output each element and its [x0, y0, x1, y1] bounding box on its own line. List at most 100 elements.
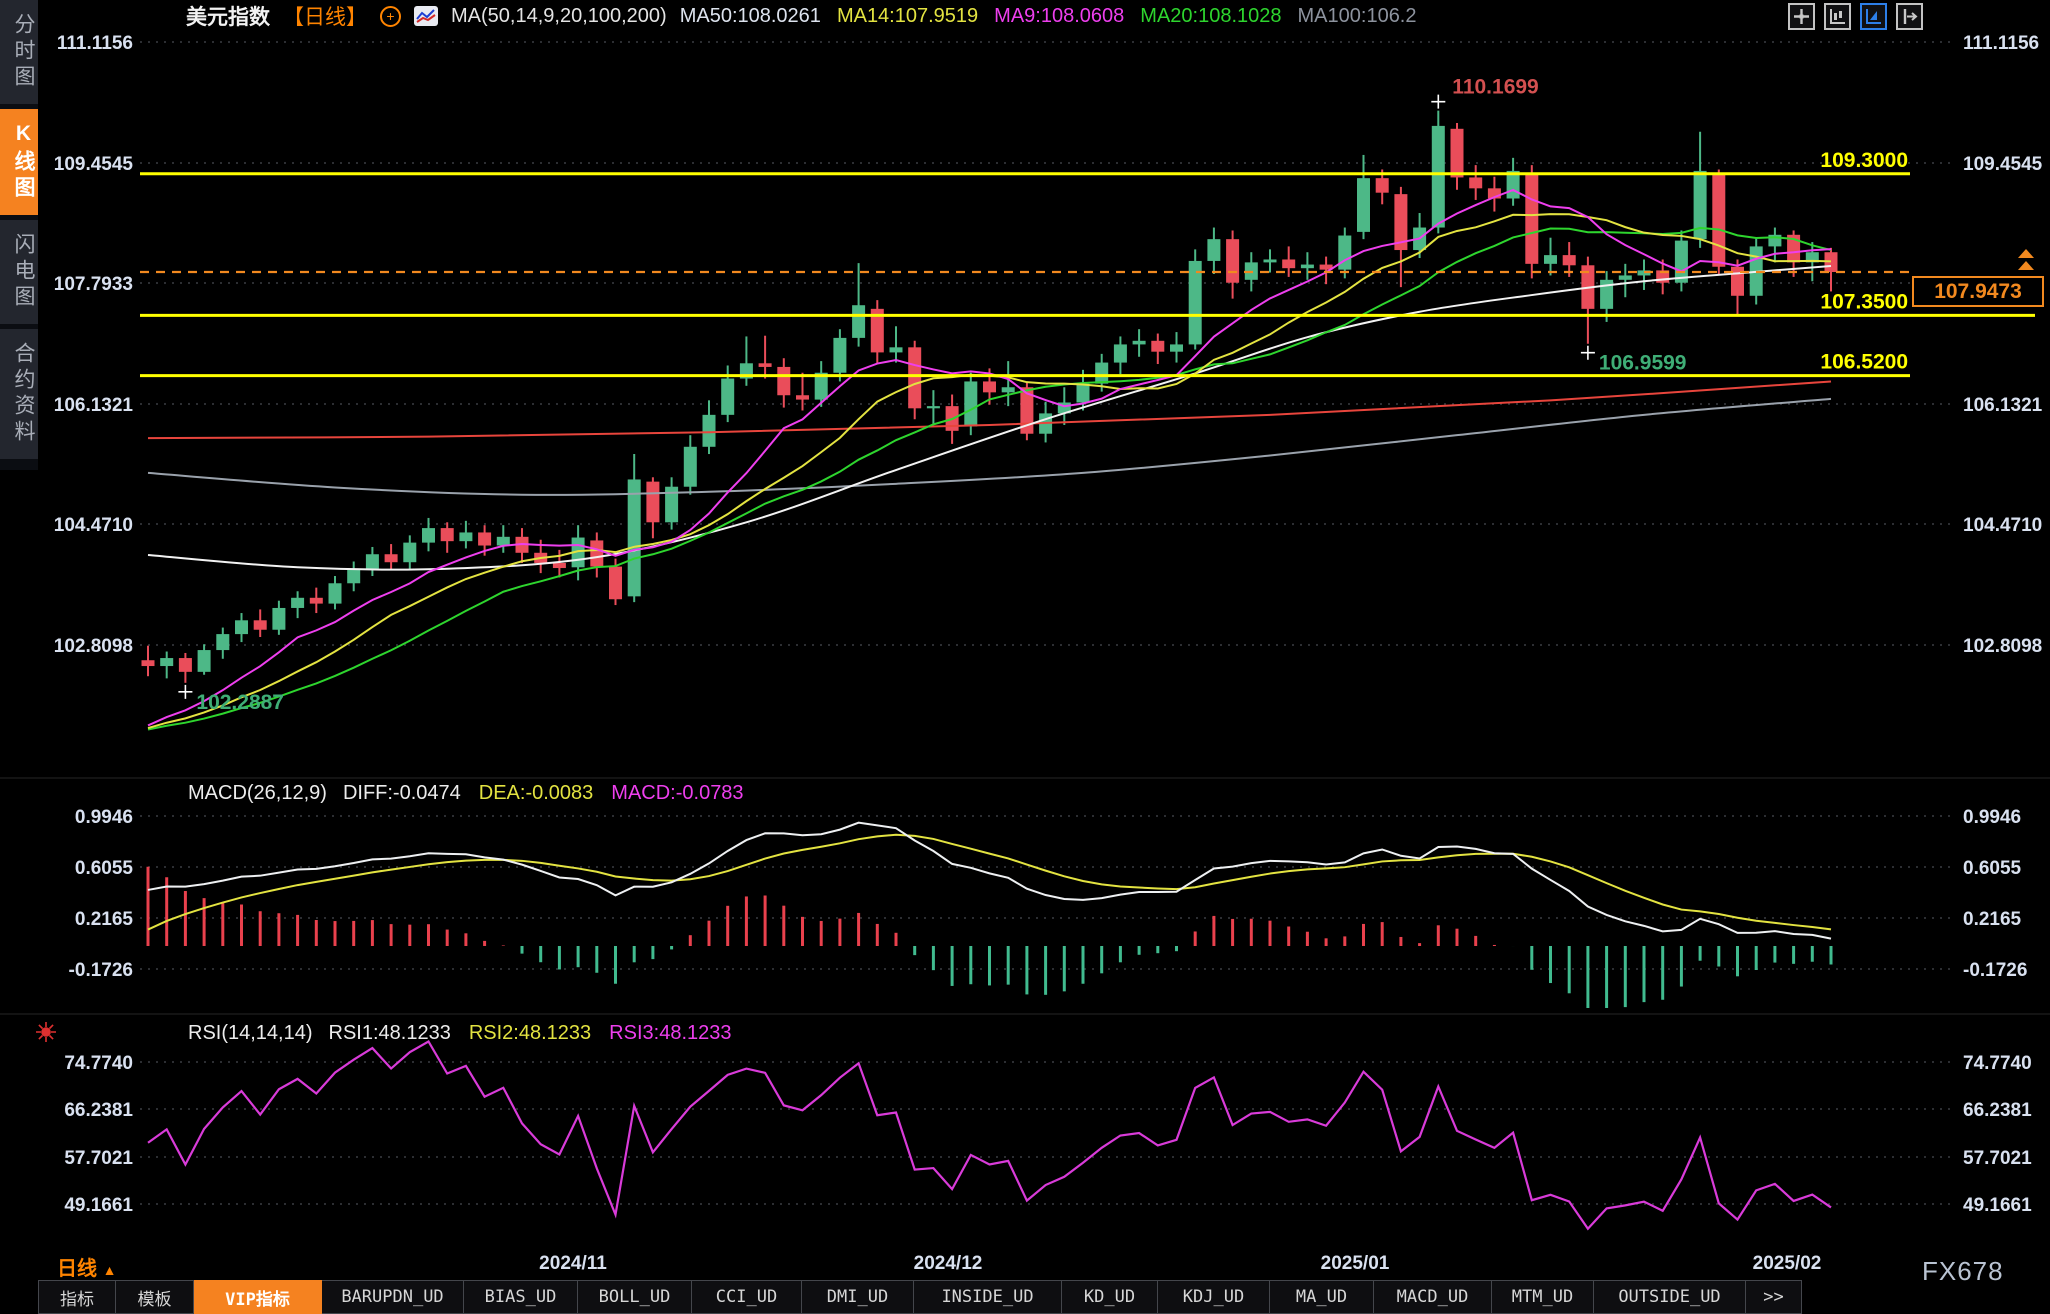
candle-body[interactable]	[216, 634, 229, 650]
candle-axis-icon[interactable]	[1824, 3, 1851, 30]
candle-body[interactable]	[1170, 344, 1183, 351]
candle-body[interactable]	[983, 381, 996, 392]
indicator-tab-9[interactable]: KD_UD	[1062, 1280, 1158, 1314]
candle-body[interactable]	[646, 482, 659, 523]
candle-body[interactable]	[1376, 178, 1389, 193]
candle-body[interactable]	[684, 447, 697, 487]
x-axis-date: 2024/11	[539, 1253, 607, 1275]
candle-body[interactable]	[385, 554, 398, 562]
candle-body[interactable]	[1338, 236, 1351, 270]
target-icon[interactable]: +	[380, 6, 401, 27]
candle-body[interactable]	[1451, 129, 1464, 178]
indicator-tab-13[interactable]: MTM_UD	[1492, 1280, 1594, 1314]
candle-body[interactable]	[1469, 177, 1482, 188]
candle-body[interactable]	[198, 650, 211, 672]
candle-body[interactable]	[310, 598, 323, 604]
candle-body[interactable]	[1264, 259, 1277, 262]
candle-body[interactable]	[927, 406, 940, 408]
candle-body[interactable]	[796, 395, 809, 399]
candle-body[interactable]	[1133, 341, 1146, 345]
candle-body[interactable]	[478, 532, 491, 545]
candle-body[interactable]	[347, 569, 360, 584]
mini-chart-icon[interactable]	[414, 6, 438, 26]
candle-body[interactable]	[1712, 174, 1725, 267]
candle-body[interactable]	[1002, 387, 1015, 392]
indicator-tab-1[interactable]: 模板	[116, 1280, 194, 1314]
app-window: 109.3000107.3500106.5200110.1699102.2887…	[0, 0, 2050, 1314]
candle-body[interactable]	[422, 528, 435, 543]
candle-body[interactable]	[1095, 363, 1108, 384]
trend-axis-icon[interactable]	[1860, 3, 1887, 30]
indicator-tab-10[interactable]: KDJ_UD	[1158, 1280, 1270, 1314]
axis-tick-label: 0.9946	[75, 807, 133, 828]
indicator-tab-6[interactable]: CCI_UD	[692, 1280, 802, 1314]
candle-body[interactable]	[721, 379, 734, 415]
high-marker-label: 110.1699	[1452, 76, 1538, 99]
candle-body[interactable]	[142, 660, 155, 666]
indicator-tab-2[interactable]: VIP指标	[194, 1280, 322, 1314]
candle-body[interactable]	[1114, 344, 1127, 362]
candle-body[interactable]	[1525, 174, 1538, 264]
candle-body[interactable]	[1301, 265, 1314, 269]
sidebar: 分时图 K线图闪电图合约资料	[0, 0, 38, 470]
candle-body[interactable]	[833, 338, 846, 373]
candle-body[interactable]	[964, 381, 977, 426]
candle-body[interactable]	[908, 347, 921, 408]
candle-body[interactable]	[1544, 255, 1557, 264]
candle-body[interactable]	[1675, 241, 1688, 283]
candle-body[interactable]	[852, 305, 865, 338]
candle-body[interactable]	[1226, 239, 1239, 283]
candle-body[interactable]	[703, 415, 716, 447]
pan-icon[interactable]	[1788, 3, 1815, 30]
candle-body[interactable]	[628, 479, 641, 596]
candle-body[interactable]	[272, 608, 285, 630]
candle-body[interactable]	[1563, 255, 1576, 265]
candle-body[interactable]	[1189, 261, 1202, 344]
indicator-tab-5[interactable]: BOLL_UD	[578, 1280, 692, 1314]
candle-body[interactable]	[1077, 384, 1090, 403]
rsi-marker-sun-icon[interactable]	[34, 1020, 58, 1044]
sidebar-tab-3[interactable]: 合约资料	[0, 329, 38, 459]
candle-body[interactable]	[1357, 178, 1370, 232]
candle-body[interactable]	[497, 537, 510, 546]
candle-body[interactable]	[179, 658, 192, 672]
candle-body[interactable]	[553, 563, 566, 568]
candle-body[interactable]	[366, 554, 379, 569]
candle-body[interactable]	[777, 367, 790, 395]
indicator-tab-3[interactable]: BARUPDN_UD	[322, 1280, 464, 1314]
sidebar-tab-0[interactable]: 分时图	[0, 0, 38, 104]
axis-tick-label: 0.9946	[1963, 807, 2021, 828]
candle-body[interactable]	[1207, 239, 1220, 261]
candle-body[interactable]	[291, 598, 304, 608]
candle-body[interactable]	[254, 620, 267, 629]
indicator-tab-14[interactable]: OUTSIDE_UD	[1594, 1280, 1746, 1314]
axis-tick-label: 111.1156	[1963, 33, 2039, 54]
candle-body[interactable]	[890, 347, 903, 352]
candle-body[interactable]	[1619, 275, 1632, 279]
candle-body[interactable]	[160, 658, 173, 666]
sidebar-tab-2[interactable]: 闪电图	[0, 220, 38, 324]
sidebar-tab-1[interactable]: K线图	[0, 109, 38, 215]
indicator-tab-0[interactable]: 指标	[38, 1280, 116, 1314]
candle-body[interactable]	[329, 583, 342, 603]
candle-body[interactable]	[759, 363, 772, 367]
indicator-tab-7[interactable]: DMI_UD	[802, 1280, 914, 1314]
candle-body[interactable]	[590, 540, 603, 566]
indicator-tab-11[interactable]: MA_UD	[1270, 1280, 1374, 1314]
ma-value: MA9:108.0608	[994, 5, 1124, 27]
indicator-tab-15[interactable]: >>	[1746, 1280, 1802, 1314]
candle-body[interactable]	[235, 620, 248, 634]
candle-body[interactable]	[1282, 259, 1295, 268]
footer-period-label[interactable]: 日线 ▲	[57, 1252, 116, 1281]
candle-body[interactable]	[1432, 126, 1445, 228]
chart-canvas[interactable]: 109.3000107.3500106.5200110.1699102.2887…	[0, 0, 2050, 1314]
candle-body[interactable]	[459, 532, 472, 541]
candle-body[interactable]	[1151, 341, 1164, 352]
candle-body[interactable]	[609, 567, 622, 600]
shift-axis-icon[interactable]	[1896, 3, 1923, 30]
indicator-tab-8[interactable]: INSIDE_UD	[914, 1280, 1062, 1314]
candle-body[interactable]	[403, 543, 416, 563]
indicator-tab-4[interactable]: BIAS_UD	[464, 1280, 578, 1314]
indicator-tab-12[interactable]: MACD_UD	[1374, 1280, 1492, 1314]
candle-body[interactable]	[441, 528, 454, 541]
